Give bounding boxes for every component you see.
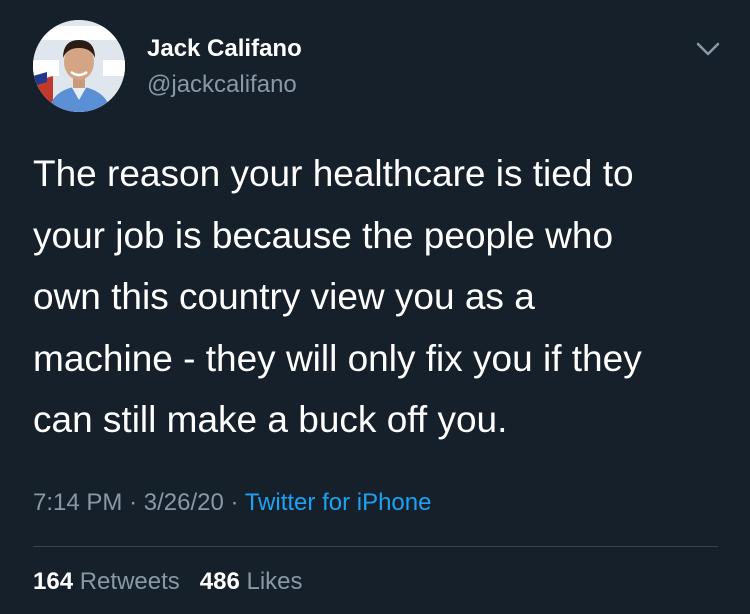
meta-separator: ·: [129, 489, 138, 516]
avatar-photo: [33, 20, 125, 112]
likes-label: Likes: [246, 568, 303, 595]
tweet-text: The reason your healthcare is tied to yo…: [33, 143, 723, 451]
likes-count: 486: [199, 568, 240, 595]
retweets-stat[interactable]: 164 Retweets: [33, 568, 180, 595]
chevron-down-icon[interactable]: [690, 34, 726, 64]
author-handle[interactable]: @jackcalifano: [147, 70, 297, 100]
author-display-name[interactable]: Jack Califano: [147, 34, 302, 64]
divider: [33, 546, 718, 547]
tweet-text-line: can still make a buck off you.: [33, 399, 508, 440]
retweets-label: Retweets: [79, 568, 180, 595]
tweet-date[interactable]: 3/26/20: [144, 489, 224, 516]
tweet-card: Jack Califano @jackcalifano The reason y…: [0, 0, 750, 614]
tweet-stats: 164 Retweets 486 Likes: [33, 566, 303, 598]
tweet-time[interactable]: 7:14 PM: [33, 489, 122, 516]
tweet-text-line: machine - they will only fix you if they: [33, 337, 642, 379]
meta-separator: ·: [230, 489, 239, 516]
retweets-count: 164: [33, 568, 74, 595]
tweet-text-line: own this country view you as a: [33, 276, 535, 317]
tweet-meta: 7:14 PM · 3/26/20 · Twitter for iPhone: [33, 487, 431, 519]
tweet-text-line: The reason your healthcare is tied to: [33, 153, 634, 194]
likes-stat[interactable]: 486 Likes: [200, 568, 303, 595]
tweet-source-link[interactable]: Twitter for iPhone: [245, 489, 432, 516]
avatar[interactable]: [33, 20, 125, 112]
tweet-text-line: your job is because the people who: [33, 214, 614, 256]
